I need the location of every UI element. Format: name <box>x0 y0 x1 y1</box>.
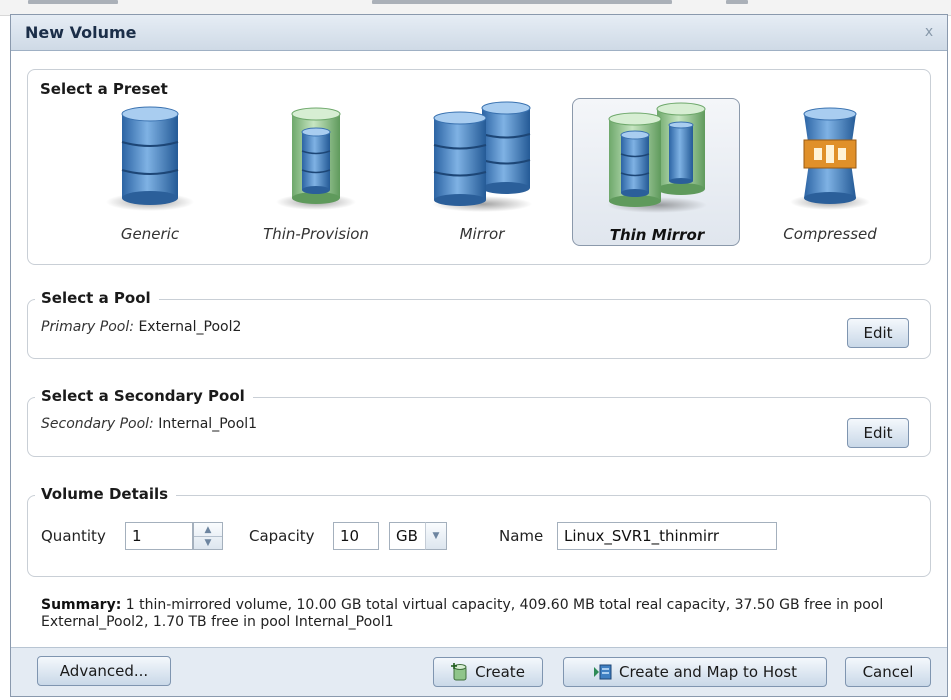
database-icon <box>106 106 194 211</box>
preset-panel: Select a Preset Generic Thin-Provision M… <box>27 69 931 265</box>
dialog-footer: Advanced... Create Create and Map to Hos… <box>11 647 947 696</box>
preset-heading: Select a Preset <box>40 80 168 98</box>
primary-pool-value: External_Pool2 <box>138 319 242 335</box>
new-volume-icon <box>451 663 467 681</box>
summary-label: Summary: <box>41 597 122 613</box>
preset-label-compressed: Compressed <box>783 225 877 243</box>
preset-label-generic: Generic <box>120 225 180 243</box>
edit-primary-pool-button[interactable]: Edit <box>847 318 909 348</box>
volume-details-heading: Volume Details <box>35 485 177 503</box>
quantity-stepper[interactable]: ▲ ▼ <box>193 522 223 550</box>
preset-compressed[interactable]: Compressed <box>746 98 914 246</box>
mirror-database-icon <box>432 101 532 212</box>
primary-pool-line: Primary Pool: External_Pool2 <box>41 319 241 335</box>
new-volume-dialog: New Volume x Select a Preset Generic Thi… <box>10 14 948 697</box>
dialog-titlebar: New Volume x <box>11 15 947 51</box>
stepper-down-icon[interactable]: ▼ <box>194 536 222 549</box>
secondary-pool-line: Secondary Pool: Internal_Pool1 <box>41 416 257 432</box>
name-label: Name <box>499 527 544 545</box>
preset-thin-mirror[interactable]: Thin Mirror <box>572 98 740 246</box>
quantity-input[interactable]: 1 <box>125 522 193 550</box>
preset-mirror[interactable]: Mirror <box>398 98 566 246</box>
capacity-input[interactable]: 10 <box>333 522 379 550</box>
summary-body: 1 thin-mirrored volume, 10.00 GB total v… <box>41 597 884 630</box>
quantity-label: Quantity <box>41 527 106 545</box>
volume-name-input[interactable]: Linux_SVR1_thinmirr <box>557 522 777 550</box>
capacity-label: Capacity <box>249 527 315 545</box>
chevron-down-icon[interactable]: ▼ <box>425 522 447 550</box>
cancel-button[interactable]: Cancel <box>845 657 931 687</box>
advanced-button[interactable]: Advanced... <box>37 656 171 686</box>
stepper-up-icon[interactable]: ▲ <box>194 523 222 536</box>
preset-thin-provision[interactable]: Thin-Provision <box>232 98 400 246</box>
compressed-database-icon <box>790 107 870 210</box>
secondary-pool-value: Internal_Pool1 <box>158 416 258 432</box>
secondary-pool-label: Secondary Pool: <box>41 416 154 432</box>
thin-database-icon <box>276 107 356 210</box>
thin-mirror-database-icon <box>607 102 707 213</box>
create-and-map-button[interactable]: Create and Map to Host <box>563 657 827 687</box>
unit-select[interactable]: GB <box>389 522 427 550</box>
secondary-pool-heading: Select a Secondary Pool <box>35 387 253 405</box>
preset-label-thin-provision: Thin-Provision <box>263 225 369 243</box>
primary-pool-label: Primary Pool: <box>41 319 134 335</box>
preset-generic[interactable]: Generic <box>66 98 234 246</box>
preset-label-thin-mirror: Thin Mirror <box>609 226 705 244</box>
create-button-label: Create <box>475 663 525 681</box>
pool-heading: Select a Pool <box>35 289 159 307</box>
map-to-host-icon <box>593 664 612 680</box>
close-icon[interactable]: x <box>919 22 939 42</box>
preset-label-mirror: Mirror <box>459 225 505 243</box>
edit-secondary-pool-button[interactable]: Edit <box>847 418 909 448</box>
dialog-title: New Volume <box>25 23 137 42</box>
create-and-map-button-label: Create and Map to Host <box>618 663 797 681</box>
summary-text: Summary: 1 thin-mirrored volume, 10.00 G… <box>41 597 921 631</box>
create-button[interactable]: Create <box>433 657 543 687</box>
